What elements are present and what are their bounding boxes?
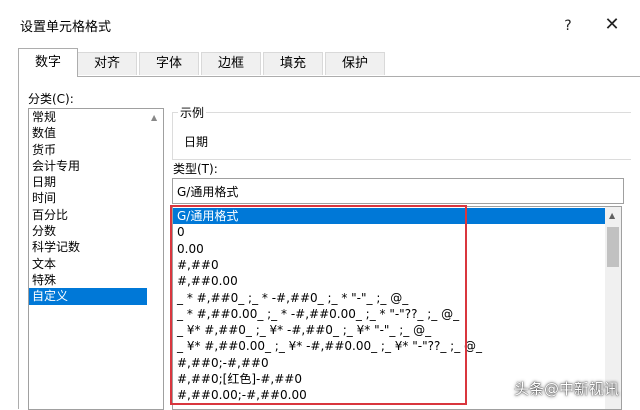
title-bar: 设置单元格格式 ? ✕ [0, 0, 640, 48]
category-item[interactable]: 文本 [29, 256, 163, 272]
scroll-up-icon[interactable]: ▲ [151, 113, 157, 122]
format-item[interactable]: #,##0.00 [173, 273, 607, 289]
tab-number[interactable]: 数字 [18, 48, 78, 77]
help-button[interactable]: ? [556, 14, 580, 38]
tab-border[interactable]: 边框 [201, 52, 261, 75]
category-item[interactable]: 会计专用 [29, 158, 163, 174]
format-item[interactable]: G/通用格式 [173, 208, 607, 224]
sample-group [172, 112, 631, 160]
type-input-value: G/通用格式 [177, 185, 239, 199]
scroll-up-icon[interactable]: ▲ [609, 211, 615, 220]
tab-protection[interactable]: 保护 [325, 52, 385, 75]
tab-fill[interactable]: 填充 [263, 52, 323, 75]
category-scrollbar[interactable]: ▲ [147, 109, 163, 409]
category-item[interactable]: 分数 [29, 223, 163, 239]
category-item[interactable]: 科学记数 [29, 239, 163, 255]
tab-alignment[interactable]: 对齐 [77, 52, 137, 75]
category-item[interactable]: 数值 [29, 125, 163, 141]
category-item[interactable]: 特殊 [29, 272, 163, 288]
category-item[interactable]: 时间 [29, 190, 163, 206]
watermark: 头条@中新视讯 [514, 380, 620, 398]
format-item[interactable]: 0.00 [173, 241, 607, 257]
format-item[interactable]: #,##0;-#,##0 [173, 355, 607, 371]
sample-value: 日期 [184, 135, 209, 149]
format-item[interactable]: _ * #,##0_ ;_ * -#,##0_ ;_ * "-"_ ;_ @_ [173, 290, 607, 306]
category-item[interactable]: 常规 [29, 109, 163, 125]
type-input[interactable]: G/通用格式 [172, 178, 624, 204]
tab-font[interactable]: 字体 [139, 52, 199, 75]
category-item[interactable]: 日期 [29, 174, 163, 190]
category-label: 分类(C): [28, 92, 74, 106]
category-item[interactable]: 货币 [29, 142, 163, 158]
type-label: 类型(T): [173, 162, 218, 176]
format-item[interactable]: 0 [173, 224, 607, 240]
format-item[interactable]: _ ¥* #,##0.00_ ;_ ¥* -#,##0.00_ ;_ ¥* "-… [173, 338, 607, 354]
format-item[interactable]: _ ¥* #,##0_ ;_ ¥* -#,##0_ ;_ ¥* "-"_ ;_ … [173, 322, 607, 338]
category-list[interactable]: 常规 数值 货币 会计专用 日期 时间 百分比 分数 科学记数 文本 特殊 自定义 ▲ [28, 108, 164, 410]
format-item[interactable]: _ * #,##0.00_ ;_ * -#,##0.00_ ;_ * "-"??… [173, 306, 607, 322]
format-item[interactable]: #,##0 [173, 257, 607, 273]
category-item[interactable]: 自定义 [29, 288, 163, 305]
scrollbar-thumb[interactable] [607, 227, 619, 267]
category-item[interactable]: 百分比 [29, 207, 163, 223]
sample-legend: 示例 [178, 104, 207, 121]
close-button[interactable]: ✕ [598, 12, 626, 38]
dialog-title: 设置单元格格式 [20, 20, 112, 35]
